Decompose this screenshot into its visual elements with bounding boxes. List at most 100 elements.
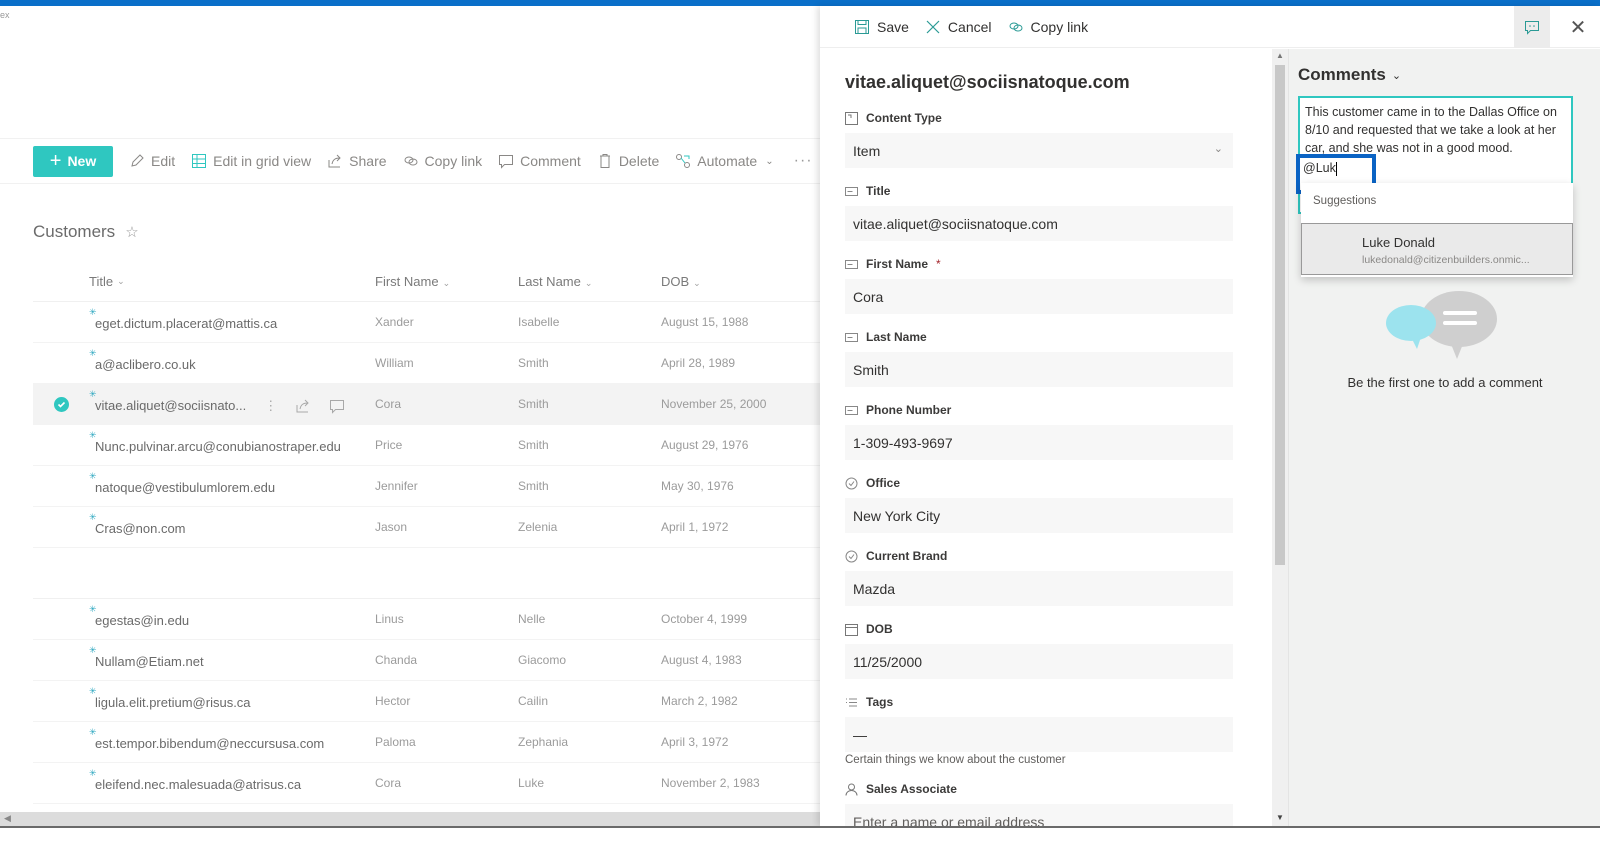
new-button[interactable]: + New [33,145,113,177]
empty-row-gap [33,548,820,599]
text-field-icon [845,332,858,342]
cell-title[interactable]: ✳ vitae.aliquet@sociisnato... ⋮ [89,389,375,414]
chevron-down-icon: ⌄ [117,276,125,286]
table-row[interactable]: ✳ egestas@in.edu Linus Nelle October 4, 1999 [33,599,820,640]
cell-title[interactable]: ✳ a@aclibero.co.uk [89,348,375,372]
new-item-icon: ✳ [89,307,97,317]
cell-dob: March 2, 1982 [661,694,738,708]
table-row[interactable]: ✳ Nullam@Etiam.net Chanda Giacomo August 4, … [33,640,820,681]
close-icon [926,20,940,33]
table-row[interactable]: ✳ eleifend.nec.malesuada@atrisus.ca Cora Lu… [33,763,820,804]
more-icon[interactable]: ··· [794,152,813,170]
sales-associate-input[interactable]: Enter a name or email address [845,804,1233,826]
scroll-up-icon[interactable]: ▲ [1276,51,1284,60]
table-row[interactable]: ✳ eget.dictum.placerat@mattis.ca Xander Isa… [33,302,820,343]
table-row[interactable]: ✳ vitae.aliquet@sociisnato... ⋮ Cora Smith No… [33,384,820,425]
cell-title[interactable]: ✳ Cras@non.com [89,512,375,536]
row-actions: ⋮ [264,398,345,414]
cell-title[interactable]: ✳ ligula.elit.pretium@risus.ca [89,686,375,710]
last-name-input[interactable]: Smith [845,352,1233,387]
multi-choice-icon [846,698,857,706]
cell-first-name: Linus [375,612,404,626]
new-item-icon: ✳ [89,645,97,655]
plus-icon: + [49,150,62,172]
cell-title[interactable]: ✳ Nullam@Etiam.net [89,645,375,669]
cell-dob: October 4, 1999 [661,612,748,626]
suggestion-name: Luke Donald [1362,235,1435,250]
table-row[interactable]: ✳ Nunc.pulvinar.arcu@conubianostraper.edu… [33,425,820,466]
table-row[interactable]: ✳ ligula.elit.pretium@risus.ca Hector Caili… [33,681,820,722]
field-sales-associate: Sales Associate Enter a name or email ad… [845,778,1275,826]
cell-title[interactable]: ✳ est.tempor.bibendum@neccursusa.com [89,727,375,751]
grid-rows: ✳ eget.dictum.placerat@mattis.ca Xander Isa… [33,302,820,804]
comments-pane: Comments ⌄ This customer came in to the … [1288,49,1600,826]
cell-last-name: Luke [518,776,545,790]
mention-suggestions-dropdown: Suggestions Luke Donald lukedonald@citiz… [1301,183,1573,277]
table-row[interactable]: ✳ Cras@non.com Jason Zelenia April 1, 1972 [33,507,820,548]
phone-number-input[interactable]: 1-309-493-9697 [845,425,1233,460]
cell-first-name: Jason [375,520,408,534]
scroll-down-icon[interactable]: ▼ [1276,813,1284,822]
cell-title[interactable]: ✳ Nunc.pulvinar.arcu@conubianostraper.edu [89,430,375,454]
cell-first-name: Hector [375,694,411,708]
cell-title[interactable]: ✳ eleifend.nec.malesuada@atrisus.ca [89,768,375,792]
close-panel-button[interactable]: ✕ [1560,6,1596,48]
cell-title[interactable]: ✳ natoque@vestibulumlorem.edu [89,471,375,495]
scroll-left-icon[interactable]: ◀ [4,813,11,824]
comments-header[interactable]: Comments ⌄ [1298,65,1401,85]
cell-last-name: Cailin [518,694,549,708]
comment-icon [1525,21,1539,35]
cell-dob: April 28, 1989 [661,356,736,370]
table-row[interactable]: ✳ natoque@vestibulumlorem.edu Jennifer Smit… [33,466,820,507]
delete-button[interactable]: Delete [597,153,659,169]
cell-title[interactable]: ✳ egestas@in.edu [89,604,375,628]
more-vertical-icon[interactable]: ⋮ [264,398,277,414]
copy-link-button[interactable]: Copy link [403,153,482,169]
automate-icon [676,154,691,168]
column-header-dob[interactable]: DOB ⌄ [661,274,820,289]
automate-button[interactable]: Automate ⌄ [675,153,774,169]
field-last-name: Last Name Smith [845,326,1275,387]
star-icon[interactable]: ☆ [125,223,138,241]
text-field-icon [845,186,858,196]
share-button[interactable]: Share [327,153,387,169]
share-icon [328,154,341,168]
save-button[interactable]: Save [854,19,909,35]
empty-comments-text: Be the first one to add a comment [1347,375,1543,390]
table-row[interactable]: ✳ est.tempor.bibendum@neccursusa.com Palom… [33,722,820,763]
cell-last-name: Smith [518,356,549,370]
first-name-input[interactable]: Cora [845,279,1233,314]
horizontal-scrollbar[interactable]: ◀ [0,812,820,826]
row-select-checkbox[interactable] [33,396,89,412]
cell-first-name: Cora [375,397,402,411]
form-vertical-scrollbar[interactable]: ▲ ▼ [1272,49,1288,826]
tags-input[interactable]: — [845,717,1233,752]
cancel-button[interactable]: Cancel [925,19,992,35]
person-icon [845,783,858,796]
copy-link-button[interactable]: Copy link [1008,19,1088,35]
content-type-dropdown[interactable]: Item ⌄ [845,133,1233,168]
suggestion-item[interactable]: Luke Donald lukedonald@citizenbuilders.o… [1301,223,1573,275]
edit-button[interactable]: Edit [129,153,175,169]
current-brand-input[interactable]: Mazda [845,571,1233,606]
comment-icon[interactable] [329,398,345,414]
text-field-icon [845,405,858,415]
office-input[interactable]: New York City [845,498,1233,533]
chevron-down-icon: ⌄ [584,278,593,288]
new-item-icon: ✳ [89,388,97,399]
comment-button[interactable]: Comment [498,153,581,169]
column-header-last-name[interactable]: Last Name ⌄ [518,274,661,289]
toggle-comments-button[interactable] [1514,6,1550,48]
share-icon[interactable] [295,398,311,414]
edit-grid-button[interactable]: Edit in grid view [191,153,311,169]
link-icon [404,156,418,166]
chevron-down-icon: ⌄ [1391,69,1402,82]
new-item-icon: ✳ [89,512,97,522]
table-row[interactable]: ✳ a@aclibero.co.uk William Smith April 28, 1… [33,343,820,384]
cell-title[interactable]: ✳ eget.dictum.placerat@mattis.ca [89,307,375,331]
column-header-title[interactable]: Title ⌄ [89,274,375,289]
title-input[interactable]: vitae.aliquet@sociisnatoque.com [845,206,1233,241]
dob-input[interactable]: 11/25/2000 [845,644,1233,679]
column-header-first-name[interactable]: First Name ⌄ [375,274,518,289]
scrollbar-thumb[interactable] [1275,65,1285,565]
